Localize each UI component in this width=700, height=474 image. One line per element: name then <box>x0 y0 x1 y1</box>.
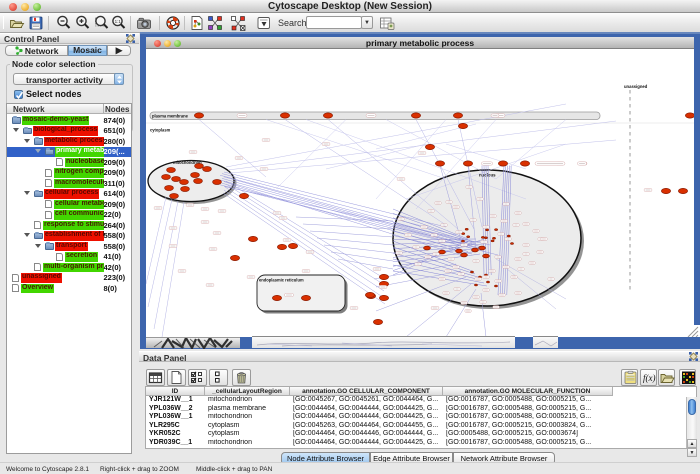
svg-text:1:1: 1:1 <box>115 19 122 24</box>
svg-text:cytoplasm: cytoplasm <box>150 128 171 133</box>
svg-text:plasma membrane: plasma membrane <box>152 114 189 119</box>
svg-text:endoplasmic reticulum: endoplasmic reticulum <box>259 278 304 283</box>
svg-text:f(x): f(x) <box>643 373 656 383</box>
svg-text:unassigned: unassigned <box>624 84 648 89</box>
